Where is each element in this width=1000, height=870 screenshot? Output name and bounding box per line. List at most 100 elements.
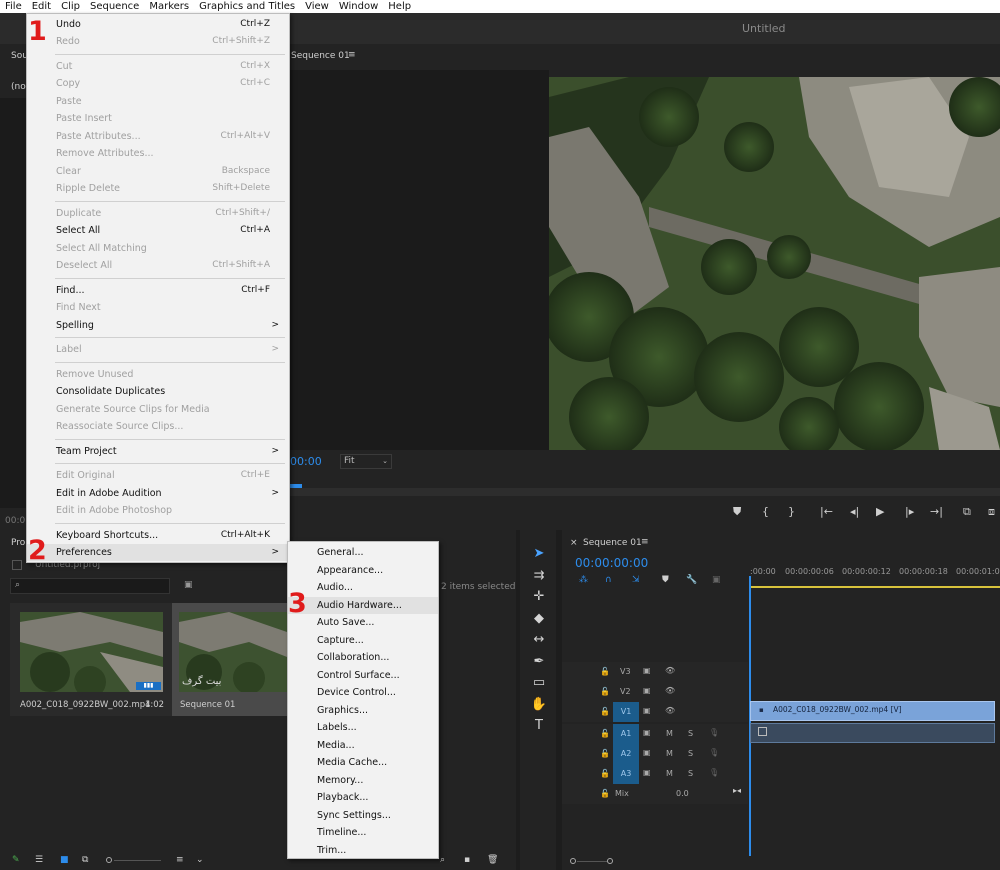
menu-sequence[interactable]: Sequence xyxy=(85,0,144,13)
extract-icon[interactable]: ⧈ xyxy=(988,505,995,519)
menu-item-copy[interactable]: Copy Ctrl+C xyxy=(27,75,289,92)
timeline-tab-menu-icon[interactable]: ≡ xyxy=(641,537,649,547)
step-forward-icon[interactable]: |▸ xyxy=(905,505,914,518)
menu-item-paste[interactable]: Paste xyxy=(27,93,289,110)
menu-item-undo[interactable]: Undo Ctrl+Z xyxy=(27,16,289,33)
menu-item-edit-original[interactable]: Edit Original Ctrl+E xyxy=(27,467,289,484)
menu-window[interactable]: Window xyxy=(334,0,383,13)
pref-item-auto-save[interactable]: Auto Save... xyxy=(288,614,438,632)
pencil-icon[interactable]: ✎ xyxy=(12,855,20,865)
sync-lock-icon[interactable]: ▣ xyxy=(643,748,651,757)
menu-item-ripple-delete[interactable]: Ripple Delete Shift+Delete xyxy=(27,180,289,197)
menu-item-consolidate-duplicates[interactable]: Consolidate Duplicates xyxy=(27,383,289,400)
eye-icon[interactable]: 👁 xyxy=(665,706,675,715)
nest-icon[interactable]: ⁂ xyxy=(579,575,588,585)
new-bin-icon[interactable]: ▣ xyxy=(184,580,193,590)
pref-item-sync-settings[interactable]: Sync Settings... xyxy=(288,807,438,825)
menu-item-deselect-all[interactable]: Deselect All Ctrl+Shift+A xyxy=(27,257,289,274)
pref-item-device-control[interactable]: Device Control... xyxy=(288,684,438,702)
microphone-icon[interactable]: 🎙 xyxy=(709,768,719,777)
pref-item-appearance[interactable]: Appearance... xyxy=(288,562,438,580)
project-search-input[interactable]: ⌕ xyxy=(10,578,170,594)
track-name[interactable]: A2 xyxy=(613,744,639,764)
track-name[interactable]: A3 xyxy=(613,764,639,784)
program-playhead[interactable] xyxy=(290,484,302,488)
program-scrub-bar[interactable] xyxy=(290,488,1000,496)
linked-selection-icon[interactable]: ⇲ xyxy=(632,575,640,585)
pref-item-timeline[interactable]: Timeline... xyxy=(288,824,438,842)
menu-file[interactable]: File xyxy=(0,0,27,13)
track-select-tool-icon[interactable]: ⇉ xyxy=(530,568,548,583)
trash-icon[interactable]: 🗑 xyxy=(487,855,498,865)
menu-item-clear[interactable]: Clear Backspace xyxy=(27,163,289,180)
timeline-clip[interactable]: ▪ A002_C018_0922BW_002.mp4 [V] xyxy=(750,701,995,721)
menu-item-find[interactable]: Find... Ctrl+F xyxy=(27,282,289,299)
play-icon[interactable]: ▶ xyxy=(876,505,884,518)
go-to-in-icon[interactable]: |← xyxy=(820,505,833,518)
track-name[interactable]: V1 xyxy=(613,702,639,722)
new-item-icon[interactable]: ▪ xyxy=(464,855,470,865)
mix-value[interactable]: 0.0 xyxy=(676,789,689,798)
solo-button[interactable]: S xyxy=(688,749,693,758)
lift-icon[interactable]: ⧉ xyxy=(963,505,971,519)
menu-item-edit-in-photoshop[interactable]: Edit in Adobe Photoshop xyxy=(27,502,289,519)
mute-button[interactable]: M xyxy=(666,729,673,738)
mute-button[interactable]: M xyxy=(666,749,673,758)
menu-item-edit-in-audition[interactable]: Edit in Adobe Audition > xyxy=(27,485,289,502)
slip-tool-icon[interactable]: ↔ xyxy=(530,632,548,647)
timeline-tab[interactable]: Sequence 01 xyxy=(583,538,642,548)
work-area-bar[interactable] xyxy=(750,586,1000,588)
list-view-icon[interactable]: ☰ xyxy=(35,855,43,865)
menu-item-select-all-matching[interactable]: Select All Matching xyxy=(27,240,289,257)
menu-item-team-project[interactable]: Team Project > xyxy=(27,443,289,460)
lock-icon[interactable]: 🔓 xyxy=(600,729,610,738)
timeline-zoom-scrollbar[interactable] xyxy=(570,858,615,864)
pref-item-audio[interactable]: Audio... xyxy=(288,579,438,597)
program-tab[interactable]: Sequence 01 xyxy=(291,51,350,61)
menu-item-select-all[interactable]: Select All Ctrl+A xyxy=(27,222,289,239)
menu-item-cut[interactable]: Cut Ctrl+X xyxy=(27,58,289,75)
lock-icon[interactable]: 🔓 xyxy=(600,789,610,798)
track-name[interactable]: A1 xyxy=(613,724,639,744)
razor-tool-icon[interactable]: ◆ xyxy=(530,611,548,626)
menu-item-generate-source-clips[interactable]: Generate Source Clips for Media xyxy=(27,401,289,418)
pref-item-capture[interactable]: Capture... xyxy=(288,632,438,650)
menu-item-reassociate-source-clips[interactable]: Reassociate Source Clips... xyxy=(27,418,289,435)
hand-tool-icon[interactable]: ✋ xyxy=(530,697,548,712)
solo-button[interactable]: S xyxy=(688,769,693,778)
lock-icon[interactable]: 🔓 xyxy=(600,749,610,758)
rectangle-tool-icon[interactable]: ▭ xyxy=(530,675,548,690)
menu-item-find-next[interactable]: Find Next xyxy=(27,299,289,316)
sort-icon[interactable]: ≡ xyxy=(176,855,184,865)
pref-item-trim[interactable]: Trim... xyxy=(288,842,438,860)
step-back-icon[interactable]: ◂| xyxy=(850,505,859,518)
sync-lock-icon[interactable]: ▣ xyxy=(643,686,651,695)
icon-view-icon[interactable]: ■ xyxy=(60,855,69,865)
menu-help[interactable]: Help xyxy=(383,0,416,13)
zoom-slider[interactable] xyxy=(106,857,161,863)
pref-item-labels[interactable]: Labels... xyxy=(288,719,438,737)
type-tool-icon[interactable]: T xyxy=(530,718,548,733)
eye-icon[interactable]: 👁 xyxy=(665,686,675,695)
menu-item-duplicate[interactable]: Duplicate Ctrl+Shift+/ xyxy=(27,205,289,222)
go-to-end-icon[interactable]: ▸◂ xyxy=(733,786,741,795)
pref-item-control-surface[interactable]: Control Surface... xyxy=(288,667,438,685)
timeline-close-icon[interactable]: × xyxy=(570,538,578,548)
snap-icon[interactable]: ∩ xyxy=(605,575,612,585)
microphone-icon[interactable]: 🎙 xyxy=(709,748,719,757)
menu-item-preferences[interactable]: Preferences > xyxy=(27,544,289,561)
menu-view[interactable]: View xyxy=(300,0,334,13)
menu-item-redo[interactable]: Redo Ctrl+Shift+Z xyxy=(27,33,289,50)
menu-edit[interactable]: Edit xyxy=(27,0,56,13)
project-tab[interactable]: Pro xyxy=(11,538,25,548)
pref-item-audio-hardware[interactable]: Audio Hardware... xyxy=(288,596,438,614)
microphone-icon[interactable]: 🎙 xyxy=(709,728,719,737)
captions-icon[interactable]: ▣ xyxy=(712,575,721,585)
pen-tool-icon[interactable]: ✒ xyxy=(530,654,548,669)
pref-item-media[interactable]: Media... xyxy=(288,737,438,755)
menu-item-remove-unused[interactable]: Remove Unused xyxy=(27,366,289,383)
menu-markers[interactable]: Markers xyxy=(144,0,194,13)
lock-icon[interactable]: 🔓 xyxy=(600,667,610,676)
selection-tool-icon[interactable]: ➤ xyxy=(530,546,548,561)
mark-out-icon[interactable]: } xyxy=(788,505,795,518)
